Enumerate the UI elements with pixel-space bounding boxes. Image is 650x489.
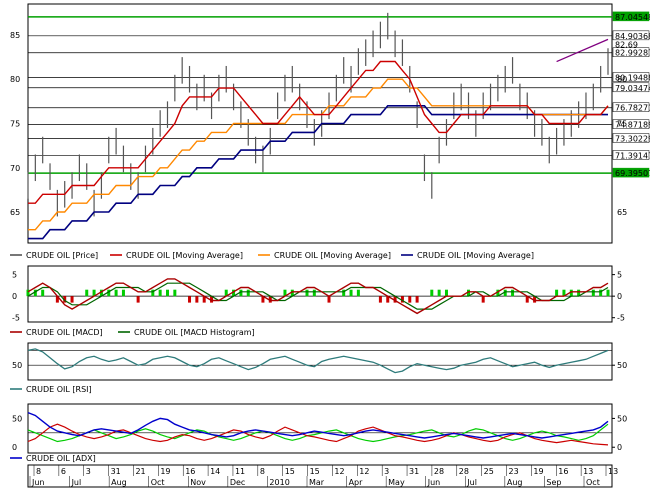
rsi-tick-label-0: 50 [617,361,627,370]
time-day-label-11: 15 [310,467,320,476]
price-level-label-5: 76.78271 [615,104,650,113]
time-day-label-7: 14 [210,467,220,476]
time-month-label-2: Aug [111,478,127,487]
macd-left-tick-2: -5 [12,314,20,323]
adx-left-tick-1: 0 [12,443,17,452]
time-month-label-9: May [388,478,405,487]
time-month-label-11: Jul [466,478,477,487]
price-legend-label-2: CRUDE OIL [Moving Average] [274,251,391,260]
time-day-label-23: 13 [608,467,618,476]
time-day-label-18: 25 [484,467,494,476]
price-legend-label-3: CRUDE OIL [Moving Average] [417,251,534,260]
time-month-label-4: Nov [190,478,206,487]
price-level-label-9: 69.39507 [615,169,650,178]
time-month-label-0: Jun [31,478,45,487]
time-day-label-10: 15 [285,467,295,476]
price-right-tick-0: 65 [617,208,627,217]
price-overlap-label: 82.69 [615,41,638,50]
time-day-label-21: 16 [558,467,568,476]
price-left-tick-3: 80 [10,75,20,84]
price-left-tick-1: 70 [10,164,20,173]
time-month-label-14: Oct [586,478,600,487]
price-level-label-2: 82.99287 [615,49,650,58]
time-day-label-0: 8 [36,467,41,476]
price-level-label-7: 73.30229 [615,135,650,144]
price-left-tick-2: 75 [10,120,20,129]
price-level-label-1: 84.90368 [615,32,650,41]
rsi-legend-label: CRUDE OIL [RSI] [26,385,92,394]
macd-tick-label-0: 5 [617,271,622,280]
time-day-label-22: 13 [583,467,593,476]
time-day-label-1: 6 [61,467,66,476]
macd-tick-label-2: -5 [617,314,625,323]
time-day-label-8: 11 [235,467,245,476]
adx-panel [27,403,613,454]
macd-legend-label-0: CRUDE OIL [MACD] [26,328,103,337]
time-day-label-3: 31 [111,467,121,476]
price-right-tick-2: 80 [617,75,627,84]
price-right-tick-1: 75 [617,120,627,129]
time-month-label-6: 2010 [269,478,289,487]
time-month-label-5: Dec [230,478,245,487]
time-day-label-19: 23 [509,467,519,476]
price-left-tick-4: 85 [10,31,20,40]
price-left-tick-0: 65 [10,208,20,217]
macd-left-tick-0: 5 [12,271,17,280]
adx-tick-label-0: 50 [617,414,627,423]
chart-canvas: 657075808587.0454884.9036882.9928780.194… [10,3,650,488]
time-day-label-5: 19 [160,467,170,476]
time-month-label-8: Apr [349,478,364,487]
adx-tick-label-1: 0 [617,443,622,452]
adx-legend-label: CRUDE OIL [ADX] [26,454,96,463]
price-level-label-0: 87.04548 [615,13,650,22]
time-day-label-15: 31 [409,467,419,476]
macd-tick-label-1: 0 [617,292,622,301]
time-day-label-14: 3 [384,467,389,476]
time-day-label-16: 28 [434,467,444,476]
time-day-label-12: 12 [334,467,344,476]
price-panel [27,3,613,244]
time-day-label-9: 8 [260,467,265,476]
rsi-left-tick: 50 [12,361,22,370]
macd-legend-label-1: CRUDE OIL [MACD Histogram] [134,328,255,337]
time-day-label-17: 28 [459,467,469,476]
time-month-label-1: Jul [71,478,82,487]
time-day-label-4: 21 [135,467,145,476]
time-month-label-12: Aug [507,478,523,487]
time-month-label-7: Mar [309,478,325,487]
price-level-label-4: 79.03474 [615,84,650,93]
time-day-label-6: 16 [185,467,195,476]
price-level-label-8: 71.39147 [615,151,650,160]
time-day-label-20: 19 [533,467,543,476]
time-month-label-10: Jun [427,478,441,487]
time-day-label-13: 12 [359,467,369,476]
time-month-label-13: Sep [546,478,561,487]
adx-left-tick-0: 50 [12,414,22,423]
macd-left-tick-1: 0 [12,292,17,301]
price-legend-label-0: CRUDE OIL [Price] [26,251,98,260]
time-day-label-2: 3 [86,467,91,476]
price-legend-label-1: CRUDE OIL [Moving Average] [126,251,243,260]
rsi-panel [27,342,613,381]
time-month-label-3: Oct [151,478,165,487]
